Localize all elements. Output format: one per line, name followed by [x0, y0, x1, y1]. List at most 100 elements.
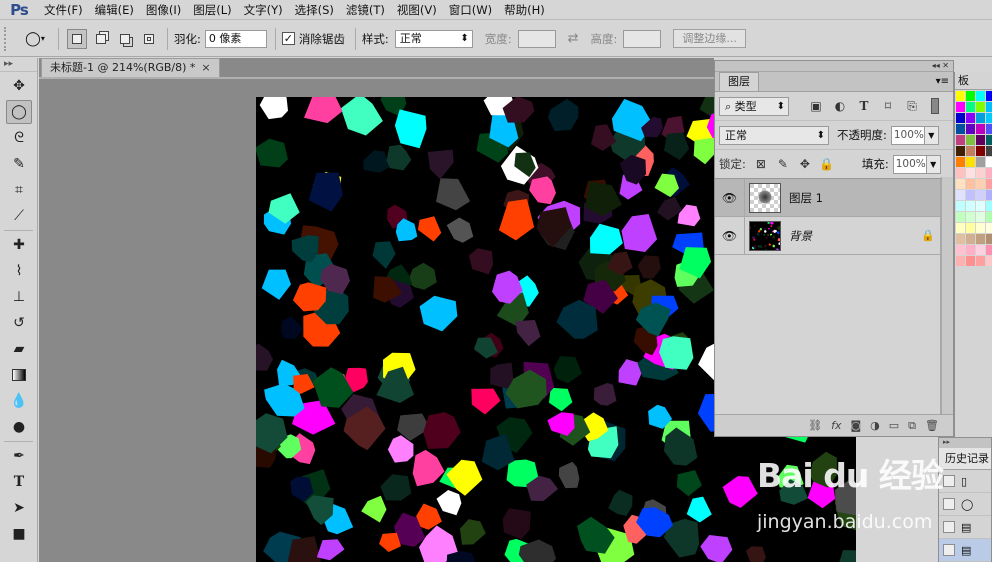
pixel-filter-icon[interactable]: ▣ [807, 99, 825, 113]
color-swatch[interactable] [966, 179, 975, 189]
color-swatch[interactable] [966, 102, 975, 112]
color-swatch[interactable] [966, 234, 975, 244]
color-swatch[interactable] [986, 201, 992, 211]
link-layers-icon[interactable]: ⛓ [808, 419, 822, 432]
color-swatch[interactable] [986, 234, 992, 244]
lock-position-icon[interactable]: ✥ [796, 157, 814, 171]
panel-menu-icon[interactable]: ▾≡ [936, 76, 949, 87]
history-item[interactable]: ◯ [939, 493, 991, 516]
history-brush-tool-icon[interactable]: ↺ [6, 311, 32, 335]
opacity-input[interactable]: 100% [890, 125, 925, 145]
type-tool-icon[interactable]: T [6, 470, 32, 494]
menu-item[interactable]: 滤镜(T) [340, 0, 391, 20]
menu-item[interactable]: 帮助(H) [498, 0, 551, 20]
color-swatch[interactable] [966, 190, 975, 200]
eraser-tool-icon[interactable]: ▰ [6, 337, 32, 361]
color-swatch[interactable] [956, 190, 965, 200]
color-swatch[interactable] [976, 201, 985, 211]
menu-item[interactable]: 文件(F) [38, 0, 89, 20]
tab-history[interactable]: 历史记录 [939, 448, 991, 470]
menu-item[interactable]: 图层(L) [187, 0, 237, 20]
color-swatch[interactable] [966, 91, 975, 101]
history-item[interactable]: ▯ [939, 470, 991, 493]
color-swatch[interactable] [986, 245, 992, 255]
visibility-eye-icon[interactable]: 👁 [715, 216, 745, 255]
color-swatch[interactable] [976, 168, 985, 178]
color-swatch[interactable] [976, 190, 985, 200]
color-swatch[interactable] [966, 245, 975, 255]
color-swatch[interactable] [966, 113, 975, 123]
color-swatch[interactable] [956, 124, 965, 134]
color-swatch[interactable] [956, 113, 965, 123]
close-document-icon[interactable]: × [201, 59, 210, 77]
color-swatch[interactable] [986, 190, 992, 200]
dodge-tool-icon[interactable]: ● [6, 415, 32, 439]
blend-mode-select[interactable]: 正常 [719, 125, 829, 145]
color-swatch[interactable] [976, 113, 985, 123]
color-swatch[interactable] [976, 146, 985, 156]
brush-tool-icon[interactable]: ⌇ [6, 259, 32, 283]
color-swatch[interactable] [956, 102, 965, 112]
color-swatch[interactable] [976, 102, 985, 112]
color-swatch[interactable] [976, 256, 985, 266]
menu-item[interactable]: 文字(Y) [238, 0, 289, 20]
color-swatch[interactable] [986, 212, 992, 222]
color-swatch[interactable] [986, 135, 992, 145]
refine-edge-button[interactable]: 调整边缘... [673, 29, 746, 48]
healing-brush-tool-icon[interactable]: ✚ [6, 233, 32, 257]
new-selection-icon[interactable] [67, 28, 87, 49]
color-swatch[interactable] [966, 157, 975, 167]
height-input[interactable] [623, 29, 662, 48]
feather-input[interactable]: 0 像素 [204, 29, 267, 48]
color-swatch[interactable] [986, 256, 992, 266]
menu-item[interactable]: 图像(I) [140, 0, 187, 20]
color-swatch[interactable] [966, 201, 975, 211]
swap-icon[interactable]: ⇄ [568, 31, 579, 46]
tab-swatches[interactable]: 板 [955, 72, 992, 90]
opacity-dropdown-icon[interactable]: ▼ [924, 125, 939, 145]
color-swatch[interactable] [976, 179, 985, 189]
lock-transparent-icon[interactable]: ⊠ [752, 157, 770, 171]
color-swatch[interactable] [956, 168, 965, 178]
rectangle-tool-icon[interactable]: ■ [6, 522, 32, 546]
color-swatch[interactable] [976, 157, 985, 167]
color-swatch[interactable] [986, 124, 992, 134]
fill-dropdown-icon[interactable]: ▼ [926, 154, 941, 174]
visibility-eye-icon[interactable]: 👁 [715, 178, 745, 217]
pen-tool-icon[interactable]: ✒ [6, 444, 32, 468]
color-swatch[interactable] [966, 223, 975, 233]
adjustment-filter-icon[interactable]: ◐ [831, 99, 849, 113]
color-swatch[interactable] [986, 91, 992, 101]
color-swatch[interactable] [976, 135, 985, 145]
color-swatch[interactable] [976, 223, 985, 233]
eyedropper-tool-icon[interactable]: ⟋ [6, 204, 32, 228]
color-swatch[interactable] [956, 146, 965, 156]
color-swatch[interactable] [956, 234, 965, 244]
tab-layers[interactable]: 图层 [719, 72, 759, 91]
color-swatch[interactable] [956, 201, 965, 211]
clone-stamp-tool-icon[interactable]: ⊥ [6, 285, 32, 309]
color-swatch[interactable] [956, 245, 965, 255]
color-swatch[interactable] [966, 124, 975, 134]
color-swatch[interactable] [966, 135, 975, 145]
width-input[interactable] [517, 29, 556, 48]
shape-filter-icon[interactable]: ⌑ [879, 99, 897, 113]
history-item[interactable]: ▤ [939, 516, 991, 539]
color-swatch[interactable] [956, 91, 965, 101]
color-swatch[interactable] [986, 102, 992, 112]
style-select[interactable]: 正常 [394, 29, 473, 48]
color-swatch[interactable] [966, 146, 975, 156]
document-tab[interactable]: 未标题-1 @ 214%(RGB/8) * × [41, 58, 220, 77]
gradient-tool-icon[interactable] [6, 363, 32, 387]
color-swatch[interactable] [976, 212, 985, 222]
type-filter-icon[interactable]: T [855, 99, 873, 113]
color-swatch[interactable] [986, 168, 992, 178]
color-swatch[interactable] [986, 157, 992, 167]
delete-layer-icon[interactable]: 🗑 [925, 419, 939, 432]
quick-selection-tool-icon[interactable]: ✎ [6, 152, 32, 176]
color-swatch[interactable] [986, 113, 992, 123]
color-swatch[interactable] [976, 124, 985, 134]
adjustment-layer-icon[interactable]: ◑ [870, 419, 880, 432]
history-checkbox[interactable] [943, 544, 955, 556]
history-checkbox[interactable] [943, 498, 955, 510]
